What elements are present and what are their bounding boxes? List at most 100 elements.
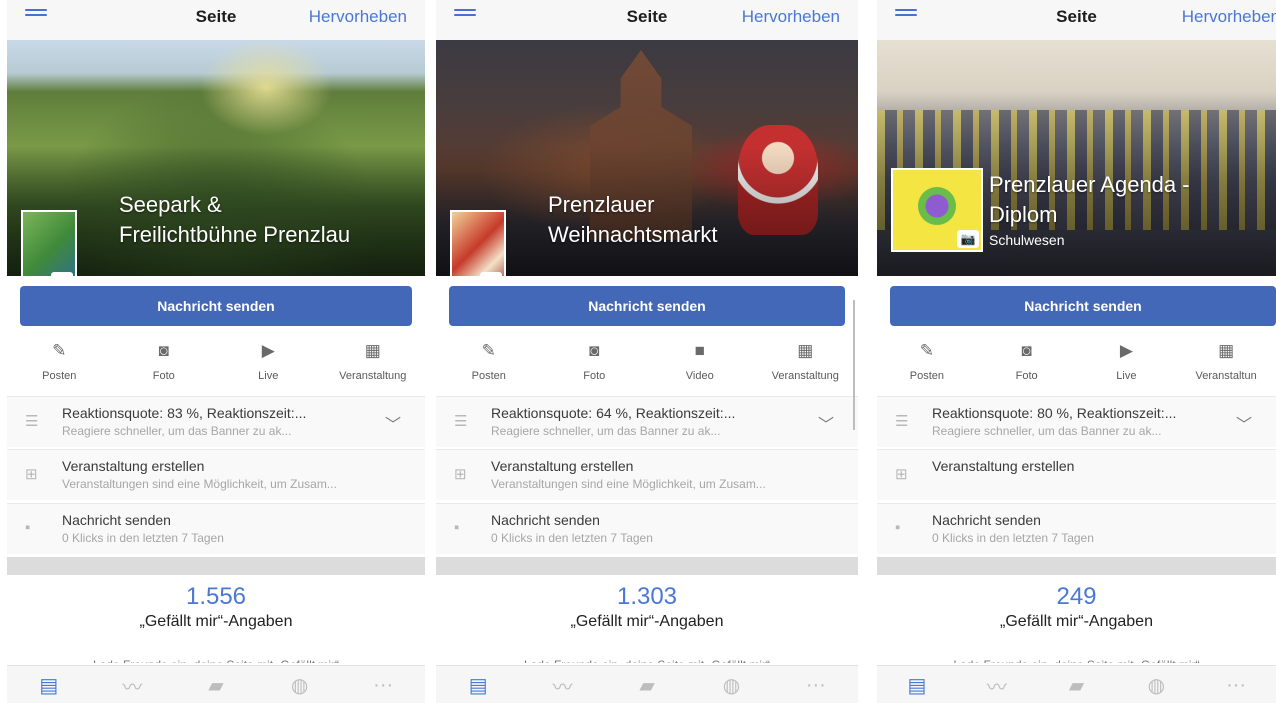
likes-label: „Gefällt mir“-Angaben xyxy=(1000,613,1153,630)
tab-insights-icon[interactable]: 〰 xyxy=(957,666,1037,703)
bottom-tab-bar: ▤ 〰 ▰ ◍ ··· xyxy=(7,665,425,703)
event-action[interactable]: ▦ Veranstaltung xyxy=(321,338,426,390)
tab-notifications-icon[interactable]: ◍ xyxy=(258,666,342,703)
tab-messages-icon[interactable]: ▰ xyxy=(174,666,258,703)
create-event-row[interactable]: ⊞ Veranstaltung erstellen Veranstaltunge… xyxy=(436,449,858,500)
message-icon: ▪ xyxy=(454,519,460,536)
scroll-indicator[interactable] xyxy=(853,300,855,430)
video-action[interactable]: ■ Video xyxy=(647,338,753,390)
compose-icon: ✎ xyxy=(52,341,67,360)
section-divider xyxy=(877,557,1276,575)
page-category: Schulwesen xyxy=(989,232,1065,248)
create-event-row[interactable]: ⊞ Veranstaltung erstellen Veranstaltunge… xyxy=(7,449,425,500)
tab-more-icon[interactable]: ··· xyxy=(341,666,425,703)
camera-icon[interactable]: 📷 xyxy=(480,272,502,276)
camera-icon[interactable]: 📷 xyxy=(957,230,979,248)
calendar-icon: ▦ xyxy=(1218,341,1235,360)
send-message-button[interactable]: Nachricht senden xyxy=(890,286,1276,326)
action-bar: ✎ Posten ◙ Foto ■ Video ▦ Veranstaltung xyxy=(436,338,858,390)
page-name: Prenzlauer Weihnachtsmarkt xyxy=(548,192,718,247)
tab-page-icon[interactable]: ▤ xyxy=(436,666,520,703)
tab-more-icon[interactable]: ··· xyxy=(1196,666,1276,703)
tab-page-icon[interactable]: ▤ xyxy=(877,666,957,703)
chevron-down-icon[interactable]: ﹀ xyxy=(1236,411,1252,435)
response-icon: ☰ xyxy=(895,413,909,430)
send-message-row[interactable]: ▪ Nachricht senden 0 Klicks in den letzt… xyxy=(436,503,858,554)
photo-action[interactable]: ◙ Foto xyxy=(112,338,217,390)
tab-insights-icon[interactable]: 〰 xyxy=(91,666,175,703)
video-camera-icon: ▶ xyxy=(261,341,275,360)
page-panel-seepark: Seite Hervorheben 📷 Seepark & Freilichtb… xyxy=(7,0,425,703)
calendar-plus-icon: ⊞ xyxy=(454,466,467,483)
live-action[interactable]: ▶ Live xyxy=(216,338,321,390)
hamburger-menu-icon[interactable] xyxy=(895,9,917,23)
profile-picture[interactable]: 📷 xyxy=(21,210,77,276)
likes-count: 1.556 xyxy=(185,583,247,610)
send-message-row[interactable]: ▪ Nachricht senden 0 Klicks in den letzt… xyxy=(877,503,1276,554)
tab-notifications-icon[interactable]: ◍ xyxy=(1116,666,1196,703)
chevron-down-icon[interactable]: ﹀ xyxy=(385,411,401,435)
calendar-plus-icon: ⊞ xyxy=(25,466,38,483)
event-action[interactable]: ▦ Veranstaltung xyxy=(753,338,859,390)
page-panel-weihnachtsmarkt: Seite Hervorheben 📷 Prenzlauer Weihnacht… xyxy=(436,0,858,703)
response-rate-row[interactable]: ☰ Reaktionsquote: 80 %, Reaktionszeit:..… xyxy=(877,396,1276,447)
compose-icon: ✎ xyxy=(481,341,496,360)
likes-count: 1.303 xyxy=(616,583,678,610)
highlight-button[interactable]: Hervorheben xyxy=(742,7,840,27)
post-action[interactable]: ✎ Posten xyxy=(436,338,542,390)
profile-picture[interactable]: 📷 xyxy=(891,168,983,252)
response-icon: ☰ xyxy=(25,413,39,430)
likes-label: „Gefällt mir“-Angaben xyxy=(139,613,293,630)
page-panel-agenda-diplom: Seite Hervorheben 📷 Prenzlauer Agenda - … xyxy=(877,0,1276,703)
response-icon: ☰ xyxy=(454,413,468,430)
section-divider xyxy=(436,557,858,575)
hamburger-menu-icon[interactable] xyxy=(454,9,476,23)
section-divider xyxy=(7,557,425,575)
cover-photo[interactable]: 📷 Prenzlauer Agenda - Diplom Schulwesen xyxy=(877,40,1276,276)
message-icon: ▪ xyxy=(25,519,31,536)
video-icon: ■ xyxy=(694,341,705,360)
hamburger-menu-icon[interactable] xyxy=(25,9,47,23)
calendar-icon: ▦ xyxy=(797,341,814,360)
likes-summary[interactable]: 1.556 „Gefällt mir“-Angaben xyxy=(7,583,425,631)
compose-icon: ✎ xyxy=(919,341,934,360)
top-nav-bar: Seite Hervorheben xyxy=(7,0,425,40)
photo-action[interactable]: ◙ Foto xyxy=(542,338,648,390)
page-name: Seepark & Freilichtbühne Prenzlau xyxy=(119,192,351,247)
camera-icon: ◙ xyxy=(589,341,600,360)
calendar-icon: ▦ xyxy=(364,341,381,360)
chevron-down-icon[interactable]: ﹀ xyxy=(818,411,834,435)
invite-friends-text: Lade Freunde ein, deine Seite mit „Gefäl… xyxy=(436,655,858,663)
response-rate-row[interactable]: ☰ Reaktionsquote: 83 %, Reaktionszeit:..… xyxy=(7,396,425,447)
cover-photo[interactable]: 📷 Seepark & Freilichtbühne Prenzlau xyxy=(7,40,425,276)
post-action[interactable]: ✎ Posten xyxy=(877,338,977,390)
create-event-row[interactable]: ⊞ Veranstaltung erstellen xyxy=(877,449,1276,500)
response-rate-row[interactable]: ☰ Reaktionsquote: 64 %, Reaktionszeit:..… xyxy=(436,396,858,447)
top-nav-bar: Seite Hervorheben xyxy=(877,0,1276,40)
tab-messages-icon[interactable]: ▰ xyxy=(1037,666,1117,703)
tab-messages-icon[interactable]: ▰ xyxy=(605,666,689,703)
live-action[interactable]: ▶ Live xyxy=(1077,338,1177,390)
calendar-plus-icon: ⊞ xyxy=(895,466,908,483)
photo-action[interactable]: ◙ Foto xyxy=(977,338,1077,390)
send-message-row[interactable]: ▪ Nachricht senden 0 Klicks in den letzt… xyxy=(7,503,425,554)
tab-page-icon[interactable]: ▤ xyxy=(7,666,91,703)
send-message-button[interactable]: Nachricht senden xyxy=(20,286,412,326)
tab-more-icon[interactable]: ··· xyxy=(774,666,858,703)
highlight-button[interactable]: Hervorheben xyxy=(309,7,407,27)
highlight-button[interactable]: Hervorheben xyxy=(1182,7,1276,27)
event-action[interactable]: ▦ Veranstaltun xyxy=(1176,338,1276,390)
cover-photo[interactable]: 📷 Prenzlauer Weihnachtsmarkt xyxy=(436,40,858,276)
tab-notifications-icon[interactable]: ◍ xyxy=(689,666,773,703)
bottom-tab-bar: ▤ 〰 ▰ ◍ ··· xyxy=(877,665,1276,703)
video-camera-icon: ▶ xyxy=(1119,341,1133,360)
top-nav-bar: Seite Hervorheben xyxy=(436,0,858,40)
likes-summary[interactable]: 1.303 „Gefällt mir“-Angaben xyxy=(436,583,858,631)
tab-insights-icon[interactable]: 〰 xyxy=(520,666,604,703)
post-action[interactable]: ✎ Posten xyxy=(7,338,112,390)
profile-picture[interactable]: 📷 xyxy=(450,210,506,276)
send-message-button[interactable]: Nachricht senden xyxy=(449,286,845,326)
likes-summary[interactable]: 249 „Gefällt mir“-Angaben xyxy=(877,583,1276,631)
camera-icon[interactable]: 📷 xyxy=(51,272,73,276)
camera-icon: ◙ xyxy=(1021,341,1032,360)
